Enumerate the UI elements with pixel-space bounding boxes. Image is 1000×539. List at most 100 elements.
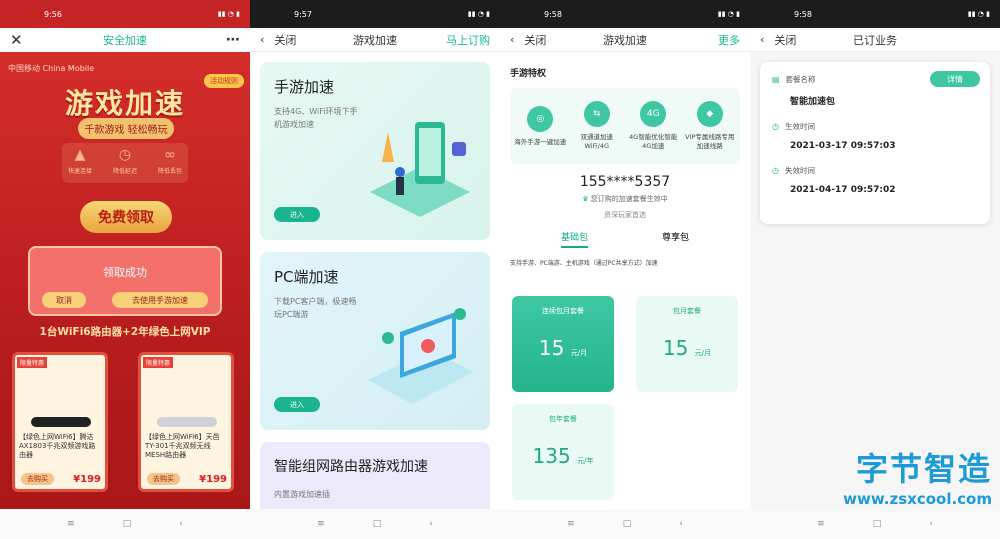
detail-button[interactable]: 详情 xyxy=(930,71,980,87)
clock-icon: ◷ xyxy=(118,147,132,163)
back-chevron-icon[interactable]: ‹ xyxy=(760,33,764,46)
status-icons: ▮▮ ◔ ▮ xyxy=(467,10,490,18)
product-price: ¥199 xyxy=(199,474,227,485)
enter-button[interactable]: 进入 xyxy=(274,397,320,412)
status-time: 9:57 xyxy=(294,9,312,19)
clock-icon: ◷ xyxy=(772,166,779,175)
use-mobile-acceleration-button[interactable]: 去使用手游加速 xyxy=(112,292,208,308)
card-title: 智能组网路由器游戏加速 xyxy=(274,459,428,475)
success-dialog: 领取成功 取消 去使用手游加速 xyxy=(28,246,222,316)
mobile-accel-card[interactable]: 手游加速 支持4G、WiFi环境下手机游戏加速 进入 xyxy=(260,62,490,240)
status-time: 9:58 xyxy=(794,9,812,19)
status-bar: 9:58 ▮▮ ◔ ▮ xyxy=(750,0,1000,28)
tab-premium[interactable]: 尊享包 xyxy=(662,230,689,248)
status-bar: 9:56 ▮▮ ◔ ▮ xyxy=(0,0,250,28)
end-row: ◷ 失效时间 xyxy=(772,166,815,175)
status-icons: ▮▮ ◔ ▮ xyxy=(717,10,740,18)
plan-tabs: 基础包 尊享包 xyxy=(500,230,750,248)
card-title: 手游加速 xyxy=(274,78,335,96)
privilege-list: ◎ 海外手游一键加速 ⇆ 双通道加速WiFi/4G 4G 4G智能优化智能4G加速 ◆… xyxy=(510,88,740,164)
back-icon[interactable]: ‹ xyxy=(429,519,433,529)
plan-card-continuous-monthly[interactable]: 连续包月套餐 15 元/月 xyxy=(512,296,614,392)
system-nav-bar: ≡ □ ‹ xyxy=(250,509,500,539)
feature-item: ∞ 降低丢包 xyxy=(157,147,182,175)
feature-item: ▲ 快速连接 xyxy=(68,147,93,175)
back-icon[interactable]: ‹ xyxy=(179,519,183,529)
privilege-item: ⇆ 双通道加速WiFi/4G xyxy=(570,101,624,151)
status-icons: ▮▮ ◔ ▮ xyxy=(217,10,240,18)
menu-icon[interactable]: ≡ xyxy=(67,519,75,529)
card-desc: 下载PC客户端，极速畅玩PC端游 xyxy=(274,297,357,319)
status-bar: 9:58 ▮▮ ◔ ▮ xyxy=(500,0,750,28)
back-chevron-icon[interactable]: ‹ xyxy=(260,33,264,46)
dual-channel-icon: ⇆ xyxy=(583,101,610,127)
section-title: 手游特权 xyxy=(510,69,547,79)
status-time: 9:56 xyxy=(44,9,62,19)
link-icon: ∞ xyxy=(164,147,176,163)
status-icons: ▮▮ ◔ ▮ xyxy=(967,10,990,18)
watermark-text: 字节智造 xyxy=(855,450,992,488)
status-bar: 9:57 ▮▮ ◔ ▮ xyxy=(250,0,500,28)
start-row: ◷ 生效时间 xyxy=(772,122,815,131)
router-image xyxy=(25,371,97,427)
card-desc: 支持4G、WiFi环境下手机游戏加速 xyxy=(274,107,358,129)
pc-accel-card[interactable]: PC端加速 下载PC客户端，极速畅玩PC端游 进入 xyxy=(260,252,490,430)
back-icon[interactable]: ‹ xyxy=(679,519,683,529)
activity-title: 游戏加速 xyxy=(64,87,185,120)
buy-button[interactable]: 去购买 xyxy=(21,473,54,485)
close-link[interactable]: 关闭 xyxy=(774,32,796,48)
menu-icon[interactable]: ≡ xyxy=(817,519,825,529)
product-tag: 限量特惠 xyxy=(17,357,48,368)
nav-bar: ‹ 关闭 已订业务 xyxy=(750,28,1000,52)
phone-privileges: 9:58 ▮▮ ◔ ▮ ‹ 关闭 游戏加速 更多 手游特权 ◎ 海外手游一键加速 ⇆ 双… xyxy=(500,0,750,539)
phone-illustration xyxy=(370,122,470,217)
tab-basic[interactable]: 基础包 xyxy=(560,230,588,248)
system-nav-bar: ≡ □ ‹ xyxy=(0,509,250,539)
phone-number: 155****5357 xyxy=(579,174,671,190)
back-icon[interactable]: ‹ xyxy=(929,519,933,529)
order-now-link[interactable]: 马上订购 xyxy=(446,32,490,48)
4g-icon: 4G xyxy=(640,101,667,127)
home-icon[interactable]: □ xyxy=(123,519,132,529)
globe-icon: ◎ xyxy=(527,105,554,132)
china-mobile-logo: 中国移动 China Mobile xyxy=(8,64,95,73)
plan-card-yearly[interactable]: 包年套餐 135 元/年 xyxy=(512,404,614,500)
menu-icon[interactable]: ≡ xyxy=(317,519,325,529)
product-name: 【绿色上网WiFi6】腾达AX1803千兆双频游戏路由器 xyxy=(19,433,96,459)
plan-card-monthly[interactable]: 包月套餐 15 元/月 xyxy=(636,296,738,392)
status-time: 9:58 xyxy=(544,9,562,19)
card-desc: 内置游戏加速插 xyxy=(274,490,330,499)
buy-button[interactable]: 去购买 xyxy=(147,473,180,485)
product-name: 【绿色上网WiFi6】天邑TY-301千兆双频无线MESH路由器 xyxy=(145,433,220,459)
home-icon[interactable]: □ xyxy=(873,519,882,529)
home-icon[interactable]: □ xyxy=(623,519,632,529)
menu-icon[interactable]: ≡ xyxy=(567,519,575,529)
document-icon: ▤ xyxy=(772,75,780,84)
product-price: ¥199 xyxy=(73,474,101,485)
product-card[interactable]: 限量特惠 【绿色上网WiFi6】腾达AX1803千兆双频游戏路由器 去购买 ¥1… xyxy=(12,352,108,492)
enter-button[interactable]: 进入 xyxy=(274,207,320,222)
cancel-button[interactable]: 取消 xyxy=(42,292,86,308)
back-chevron-icon[interactable]: ‹ xyxy=(510,33,514,46)
rocket-icon: ▲ xyxy=(74,147,86,163)
card-title: PC端加速 xyxy=(274,268,339,286)
home-icon[interactable]: □ xyxy=(373,519,382,529)
phone-game-acceleration: 9:57 ▮▮ ◔ ▮ ‹ 关闭 游戏加速 马上订购 手游加速 支持4G、WiFi环… xyxy=(250,0,500,539)
privilege-item: ◎ 海外手游一键加速 xyxy=(513,105,567,147)
pc-illustration xyxy=(368,308,474,404)
crown-icon: ♛ xyxy=(582,195,589,203)
start-value: 2021-03-17 09:57:03 xyxy=(790,141,896,151)
vip-diamond-icon: ◆ xyxy=(696,101,723,127)
product-card[interactable]: 限量特惠 【绿色上网WiFi6】天邑TY-301千兆双频无线MESH路由器 去购… xyxy=(138,352,234,492)
more-link[interactable]: 更多 xyxy=(718,32,740,48)
close-icon[interactable]: ✕ xyxy=(10,31,23,49)
nav-bar: ✕ 安全加速 ⋯ xyxy=(0,28,250,52)
watermark-url: www.zsxcool.com xyxy=(843,490,992,508)
free-claim-button[interactable]: 免费领取 xyxy=(80,201,172,233)
close-link[interactable]: 关闭 xyxy=(274,32,296,48)
close-link[interactable]: 关闭 xyxy=(524,32,546,48)
watermark: 字节智造 www.zsxcool.com xyxy=(843,444,992,508)
more-icon[interactable]: ⋯ xyxy=(226,32,240,48)
nav-bar: ‹ 关闭 游戏加速 更多 xyxy=(500,28,750,52)
dialog-title: 领取成功 xyxy=(103,266,147,279)
